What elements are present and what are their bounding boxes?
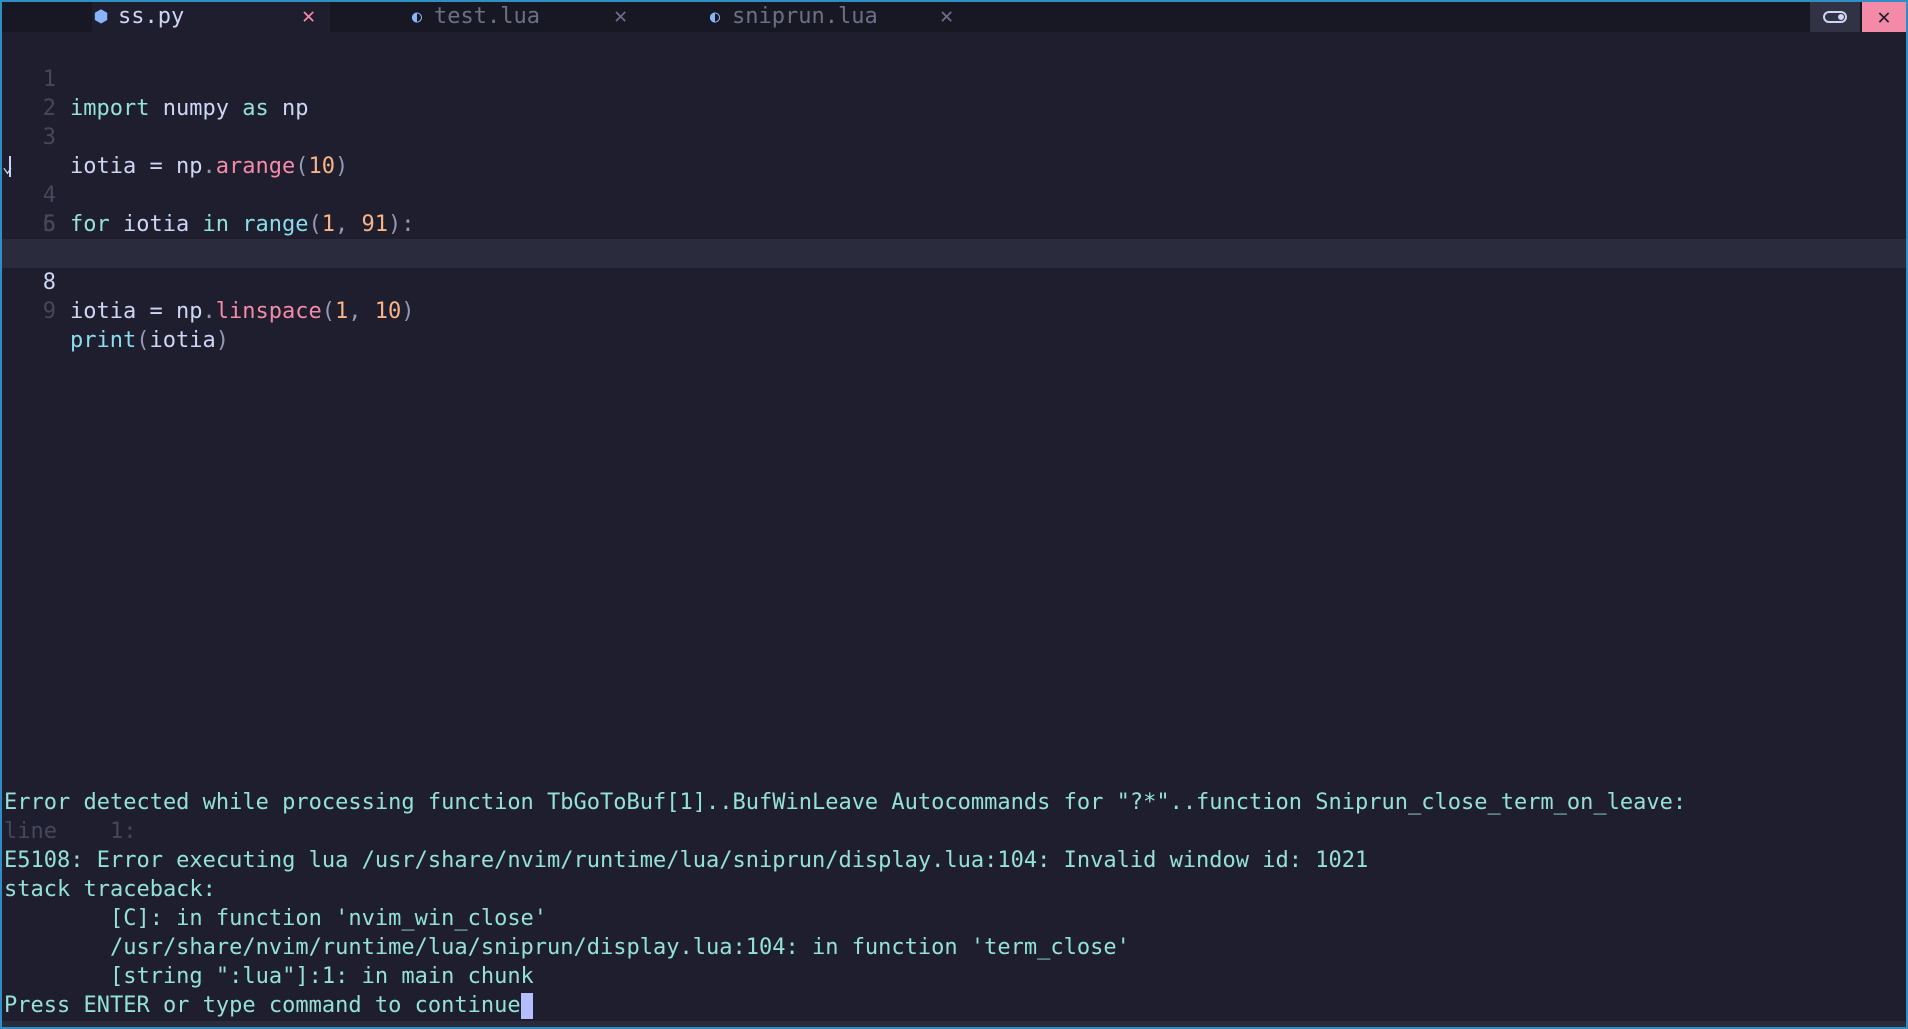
traceback-line: /usr/share/nvim/runtime/lua/sniprun/disp… <box>4 935 1130 960</box>
code-line: ⌄ 4 for iotia in range(1, 91): <box>2 123 1906 237</box>
code-line: 5 print(iotia) <box>2 152 1906 266</box>
lua-icon: ◐ <box>411 7 423 27</box>
code-line: 9 print(iotia) <box>2 268 1906 353</box>
message-area: Error detected while processing function… <box>4 788 1904 1020</box>
tab-sniprun-lua[interactable]: ◐ sniprun.lua ✕ <box>630 2 960 32</box>
nvim-window: ⬢ ss.py ✕ ◐ test.lua ✕ ◐ sniprun.lua ✕ ✕… <box>0 0 1908 1029</box>
line-number: 9 <box>42 299 56 324</box>
prompt-text: Press ENTER or type command to continue <box>4 993 521 1018</box>
python-icon: ⬢ <box>93 7 109 27</box>
error-line-number: line 1: <box>4 819 137 844</box>
lua-icon: ◐ <box>709 7 721 27</box>
tab-label: test.lua <box>434 4 540 29</box>
tab-close-icon[interactable]: ✕ <box>614 2 627 32</box>
close-icon: ✕ <box>1877 4 1891 30</box>
bottom-border <box>2 1021 1906 1027</box>
code-line: 6 <box>2 181 1906 237</box>
git-change-indicator <box>9 156 11 177</box>
tab-label: sniprun.lua <box>732 4 878 29</box>
window-separator <box>2 777 1906 787</box>
text-cursor <box>520 993 533 1019</box>
error-message-line: Error detected while processing function… <box>4 790 1687 815</box>
code-line: 7 <box>2 210 1906 266</box>
close-all-button[interactable]: ✕ <box>1862 2 1906 32</box>
press-enter-prompt[interactable]: Press ENTER or type command to continue <box>4 991 1904 1020</box>
toggle-icon <box>1823 11 1847 23</box>
tab-close-icon[interactable]: ✕ <box>302 2 315 32</box>
code-line-cursor: 8 iotia = np.linspace(1, 10) <box>2 239 1906 324</box>
code-line: 3 iotia = np.arange(10) <box>2 94 1906 179</box>
traceback-line: [string ":lua"]:1: in main chunk <box>4 964 534 989</box>
tab-ss-py[interactable]: ⬢ ss.py ✕ <box>92 2 330 32</box>
tab-close-icon[interactable]: ✕ <box>940 2 953 32</box>
tab-label: ss.py <box>118 4 185 29</box>
traceback-header: stack traceback: <box>4 877 216 902</box>
editor-buffer[interactable]: 1 import numpy as np 2 3 iotia = np.aran… <box>2 34 1906 774</box>
traceback-line: [C]: in function 'nvim_win_close' <box>4 906 548 931</box>
tab-bar: ⬢ ss.py ✕ ◐ test.lua ✕ ◐ sniprun.lua ✕ ✕ <box>2 2 1906 32</box>
code-line: 2 <box>2 65 1906 121</box>
code-line: 1 import numpy as np <box>2 36 1906 121</box>
toggle-theme-button[interactable] <box>1810 2 1860 32</box>
code-text: print(iotia) <box>70 328 229 353</box>
tab-test-lua[interactable]: ◐ test.lua ✕ <box>330 2 630 32</box>
error-message-line: E5108: Error executing lua /usr/share/nv… <box>4 848 1369 873</box>
code-text: iotia = np.linspace(1, 10) <box>70 299 415 324</box>
